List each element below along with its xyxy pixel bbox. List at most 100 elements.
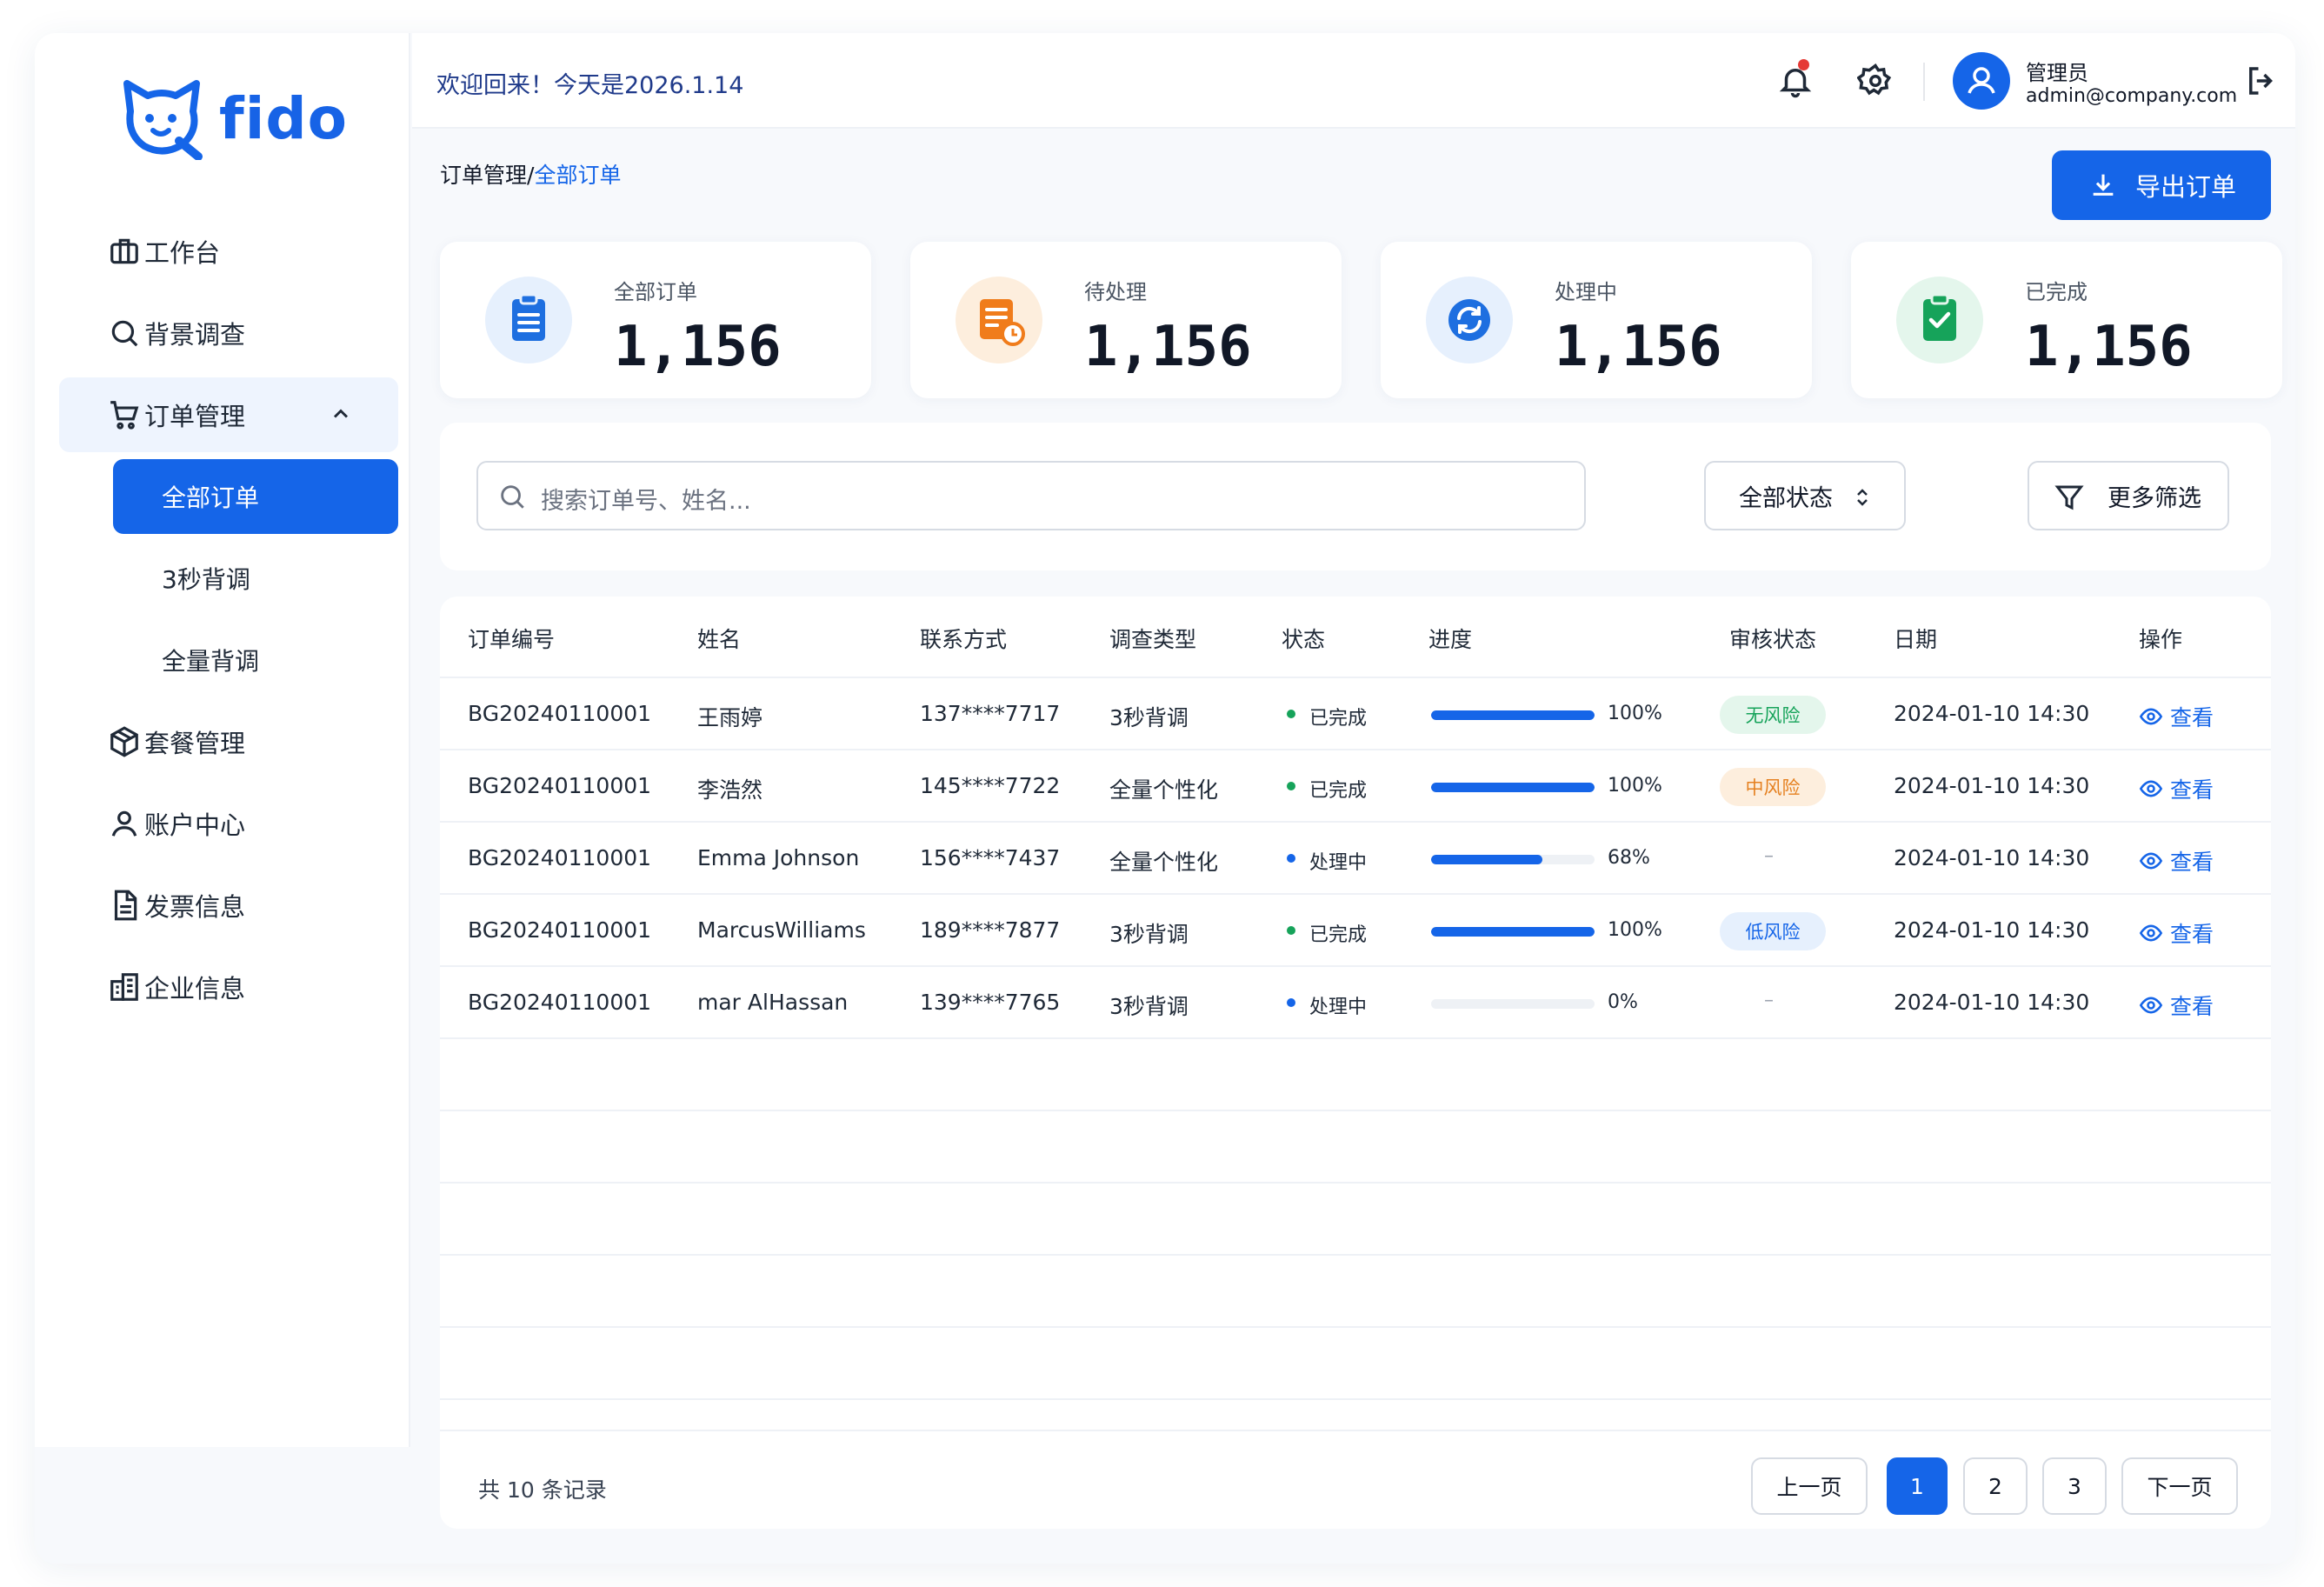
stat-label: 处理中: [1555, 280, 1617, 304]
progress-fill: [1431, 927, 1595, 937]
breadcrumb-parent[interactable]: 订单管理: [440, 163, 527, 188]
stat-card-all: 全部订单 1,156: [440, 242, 871, 398]
view-button[interactable]: 查看: [2139, 990, 2214, 1021]
export-orders-button[interactable]: 导出订单: [2052, 150, 2271, 220]
gear-icon[interactable]: [1857, 63, 1894, 99]
sidebar-item-label: 账户中心: [144, 810, 246, 840]
status-text: 已完成: [1309, 780, 1368, 802]
sidebar-item-packages[interactable]: 套餐管理: [59, 704, 398, 779]
progress-bar: [1431, 927, 1595, 937]
filter-bar: 搜索订单号、姓名... 全部状态 更多筛选: [440, 423, 2271, 570]
briefcase-icon: [110, 238, 138, 264]
order-id-cell: BG20240110001: [468, 845, 652, 870]
table-row: BG20240110001 李浩然 145****7722 全量个性化 2024-01-…: [440, 750, 2271, 823]
sidebar-item-label: 套餐管理: [144, 729, 246, 758]
sidebar-item-invoice[interactable]: 发票信息: [59, 868, 398, 943]
page-button-3[interactable]: 3: [2042, 1457, 2107, 1515]
stat-icon-circle: [956, 277, 1042, 363]
sidebar-item-order-management[interactable]: 订单管理: [59, 377, 398, 452]
view-label: 查看: [2170, 705, 2214, 730]
sidebar-item-label: 订单管理: [144, 402, 246, 431]
eye-icon: [2139, 780, 2163, 797]
type-cell: 3秒背调: [1109, 994, 1189, 1019]
export-label: 导出订单: [2135, 172, 2237, 202]
date-cell: 2024-01-10 14:30: [1894, 845, 2090, 870]
empty-row: [440, 1111, 2271, 1184]
logout-icon[interactable]: [2243, 63, 2280, 99]
progress-bar: [1431, 855, 1595, 864]
date-cell: 2024-01-10 14:30: [1894, 773, 2090, 798]
stat-value: 1,156: [614, 315, 782, 379]
name-cell: 李浩然: [697, 777, 763, 803]
column-header: 状态: [1282, 627, 1326, 652]
eye-icon: [2139, 924, 2163, 942]
phone-cell: 137****7717: [920, 701, 1061, 726]
clipboard-icon: [512, 293, 545, 341]
search-icon: [111, 320, 138, 347]
view-button[interactable]: 查看: [2139, 917, 2214, 949]
order-id-cell: BG20240110001: [468, 773, 652, 798]
stat-icon-circle: [1896, 277, 1983, 363]
sidebar-item-label: 企业信息: [144, 974, 246, 1004]
more-filters-button[interactable]: 更多筛选: [2028, 461, 2229, 530]
status-dot: [1287, 782, 1295, 790]
view-button[interactable]: 查看: [2139, 845, 2214, 877]
progress-percent: 0%: [1608, 991, 1638, 1013]
name-cell: Emma Johnson: [697, 845, 860, 870]
page-button-1[interactable]: 1: [1887, 1457, 1948, 1515]
date-cell: 2024-01-10 14:30: [1894, 917, 2090, 943]
chevron-up-icon[interactable]: [329, 402, 353, 426]
sidebar-subitem-label: 全量背调: [162, 647, 260, 676]
search-input[interactable]: 搜索订单号、姓名...: [476, 461, 1586, 530]
stat-card-processing: 处理中 1,156: [1381, 242, 1812, 398]
status-text: 已完成: [1309, 924, 1368, 946]
status-select-value: 全部状态: [1739, 484, 1833, 512]
column-header: 联系方式: [920, 627, 1008, 652]
type-cell: 3秒背调: [1109, 922, 1189, 947]
sidebar-item-background-check[interactable]: 背景调查: [59, 296, 398, 370]
stat-label: 全部订单: [614, 280, 697, 304]
sidebar-subitem-3s-check[interactable]: 3秒背调: [113, 541, 398, 616]
eye-icon: [2139, 708, 2163, 725]
order-id-cell: BG20240110001: [468, 917, 652, 943]
progress-bar: [1431, 783, 1595, 792]
sidebar-subitem-full-check[interactable]: 全量背调: [113, 623, 398, 697]
review-badge: 中风险: [1720, 768, 1826, 806]
sidebar-item-company[interactable]: 企业信息: [59, 950, 398, 1024]
progress-percent: 100%: [1608, 775, 1662, 797]
column-header: 调查类型: [1109, 627, 1197, 652]
stat-icon-circle: [1426, 277, 1513, 363]
status-text: 处理中: [1309, 997, 1368, 1018]
cart-icon: [110, 401, 139, 430]
orders-table: 订单编号 姓名 联系方式 调查类型 状态 进度 审核状态 日期 操作 BG202…: [440, 597, 2271, 1529]
view-label: 查看: [2170, 922, 2214, 947]
view-button[interactable]: 查看: [2139, 701, 2214, 732]
document-icon: [114, 890, 137, 921]
stat-card-pending: 待处理 1,156: [910, 242, 1342, 398]
view-button[interactable]: 查看: [2139, 773, 2214, 804]
breadcrumb: 订单管理/全部订单: [440, 158, 621, 190]
user-name: 管理员: [2026, 61, 2088, 85]
next-page-button[interactable]: 下一页: [2121, 1457, 2238, 1515]
more-filters-label: 更多筛选: [2108, 484, 2201, 512]
sidebar-item-label: 背景调查: [144, 320, 246, 350]
sidebar-item-workbench[interactable]: 工作台: [59, 214, 398, 289]
view-label: 查看: [2170, 994, 2214, 1019]
search-icon: [501, 485, 524, 509]
table-row: BG20240110001 Emma Johnson 156****7437 全量个性…: [440, 823, 2271, 895]
review-badge: 低风险: [1720, 912, 1826, 950]
sidebar-subitem-all-orders[interactable]: 全部订单: [113, 459, 398, 534]
progress-percent: 68%: [1608, 847, 1650, 869]
prev-page-button[interactable]: 上一页: [1751, 1457, 1868, 1515]
type-cell: 全量个性化: [1109, 777, 1219, 803]
notification-dot: [1798, 59, 1809, 70]
avatar[interactable]: [1953, 52, 2010, 110]
status-select[interactable]: 全部状态: [1704, 461, 1906, 530]
review-badge: 无风险: [1720, 696, 1826, 734]
column-header: 订单编号: [468, 627, 556, 652]
page-button-2[interactable]: 2: [1963, 1457, 2028, 1515]
sidebar-item-account[interactable]: 账户中心: [59, 786, 398, 861]
phone-cell: 156****7437: [920, 845, 1061, 870]
status-dot: [1287, 854, 1295, 863]
stat-label: 待处理: [1084, 280, 1147, 304]
